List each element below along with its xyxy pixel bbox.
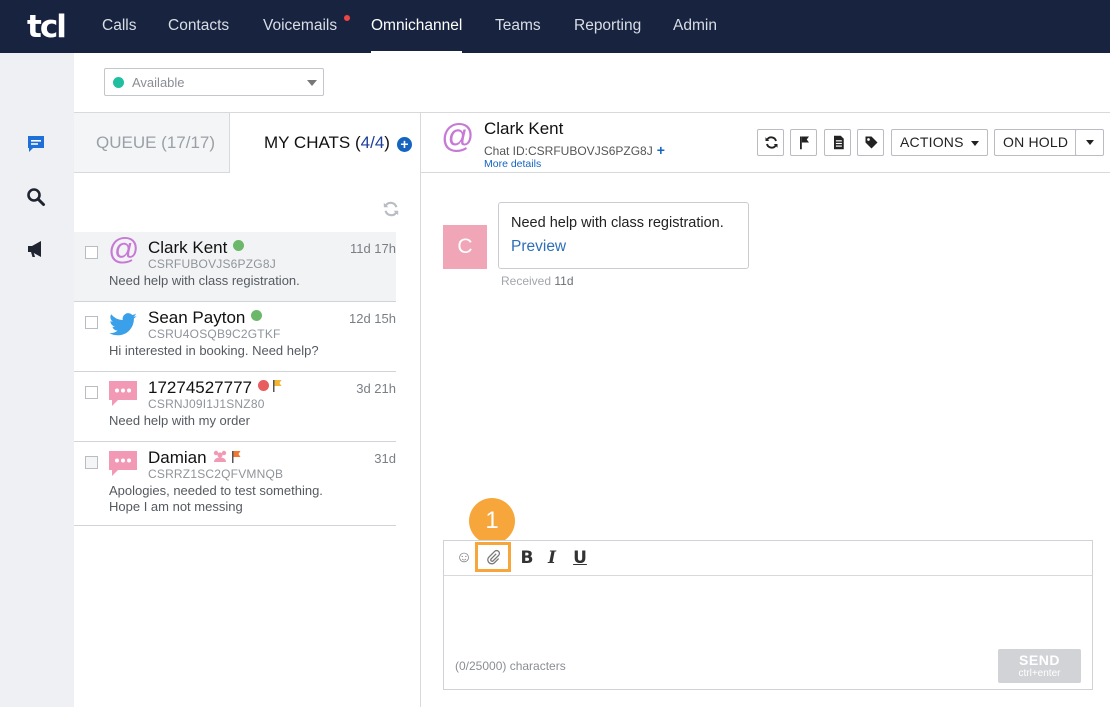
send-button[interactable]: SEND ctrl+enter — [998, 649, 1081, 683]
online-status-dot — [233, 240, 245, 251]
status-dot — [113, 77, 124, 88]
chat-name: Sean Payton — [148, 308, 263, 328]
nav-contacts[interactable]: Contacts — [168, 0, 229, 53]
chat-preview: Need help with class registration. — [109, 273, 300, 288]
nav-calls[interactable]: Calls — [102, 0, 136, 53]
chat-time: 31d — [374, 451, 396, 466]
chevron-down-icon — [1086, 140, 1094, 145]
chat-name: Damian — [148, 448, 241, 468]
chat-icon[interactable] — [26, 134, 46, 154]
add-icon[interactable]: + — [657, 142, 665, 158]
received-timestamp: Received 11d — [501, 274, 574, 288]
send-shortcut-hint: ctrl+enter — [1018, 668, 1061, 679]
nav-omnichannel[interactable]: Omnichannel — [371, 0, 463, 53]
chat-list-pane: QUEUE (17/17) MY CHATS (4/4) + @ Clark K… — [74, 113, 421, 707]
nav-admin[interactable]: Admin — [673, 0, 717, 53]
more-details-link[interactable]: More details — [484, 158, 541, 170]
document-icon — [834, 135, 844, 150]
chat-list-item[interactable]: 17274527777 CSRNJ09I1J1SNZ80 Need help w… — [74, 372, 396, 442]
chat-id-label: Chat ID:CSRFUBOVJS6PZG8J + — [484, 142, 665, 158]
nav-reporting[interactable]: Reporting — [574, 0, 641, 53]
paperclip-icon[interactable] — [485, 549, 501, 565]
online-status-dot — [251, 310, 263, 321]
actions-dropdown[interactable]: ACTIONS — [891, 129, 988, 156]
chat-id: CSRU4OSQB9C2GTKF — [148, 327, 281, 341]
refresh-icon[interactable] — [382, 200, 400, 218]
chat-preview: Hi interested in booking. Need help? — [109, 343, 319, 358]
row-checkbox[interactable] — [85, 316, 98, 329]
status-bar: Available — [74, 53, 1110, 113]
row-checkbox[interactable] — [85, 456, 98, 469]
flag-button[interactable] — [790, 129, 817, 156]
chat-preview: Apologies, needed to test something. Hop… — [109, 483, 323, 514]
actions-label: ACTIONS — [900, 134, 964, 150]
flag-icon — [231, 451, 241, 463]
email-channel-icon: @ — [108, 231, 140, 266]
email-channel-icon: @ — [441, 117, 475, 154]
avatar: C — [443, 225, 487, 269]
message-text: Need help with class registration. — [511, 215, 724, 231]
chat-id: CSRNJ09I1J1SNZ80 — [148, 397, 265, 411]
tab-queue-label: QUEUE (17/17) — [96, 133, 216, 152]
send-label: SEND — [1019, 652, 1060, 668]
chat-preview: Need help with my order — [109, 413, 250, 428]
chevron-down-icon — [971, 141, 979, 146]
row-checkbox[interactable] — [85, 386, 98, 399]
nav-teams[interactable]: Teams — [495, 0, 541, 53]
flag-icon — [273, 380, 282, 392]
tab-my-chats[interactable]: MY CHATS (4/4) + — [230, 113, 421, 173]
chat-list-item[interactable]: Damian CSRRZ1SC2QFVMNQB Apologies, neede… — [74, 442, 396, 526]
message-bubble: Need help with class registration. Previ… — [498, 202, 749, 269]
busy-status-dot — [258, 380, 270, 391]
hold-options-dropdown[interactable] — [1075, 129, 1104, 156]
formatting-toolbar: ☺ B I U — [444, 541, 1092, 576]
step-badge: 1 — [469, 498, 515, 544]
transcript-button[interactable] — [824, 129, 851, 156]
left-rail — [0, 53, 74, 707]
chat-id: CSRRZ1SC2QFVMNQB — [148, 467, 284, 481]
chat-id: CSRFUBOVJS6PZG8J — [148, 257, 276, 271]
megaphone-icon[interactable] — [26, 239, 46, 259]
bold-button[interactable]: B — [519, 547, 535, 569]
top-nav: tcl Calls Contacts Voicemails Omnichanne… — [0, 0, 1110, 53]
chat-time: 11d 17h — [349, 241, 396, 256]
character-count: (0/25000) characters — [455, 659, 566, 673]
chat-name: Clark Kent — [148, 238, 245, 258]
tag-icon — [865, 136, 878, 149]
twitter-icon — [109, 313, 137, 336]
status-value: Available — [132, 75, 185, 90]
chat-list-item[interactable]: Sean Payton CSRU4OSQB9C2GTKF Hi interest… — [74, 302, 396, 372]
chevron-down-icon — [307, 80, 317, 86]
search-icon[interactable] — [26, 187, 46, 207]
chat-time: 12d 15h — [349, 311, 396, 326]
sms-channel-icon — [109, 381, 137, 406]
tab-queue[interactable]: QUEUE (17/17) — [74, 113, 230, 173]
refresh-icon — [765, 136, 778, 149]
contact-name[interactable]: Clark Kent — [484, 119, 563, 139]
emoji-icon[interactable]: ☺ — [455, 547, 473, 569]
tab-my-chats-label: MY CHATS (4/4) — [264, 133, 390, 152]
preview-link[interactable]: Preview — [511, 238, 566, 256]
chat-time: 3d 21h — [356, 381, 396, 396]
logo[interactable]: tcl — [27, 9, 67, 45]
availability-select[interactable]: Available — [104, 68, 324, 96]
sms-channel-icon — [109, 451, 137, 476]
chat-header: @ Clark Kent Chat ID:CSRFUBOVJS6PZG8J + M… — [421, 113, 1110, 173]
on-hold-label: ON HOLD — [1003, 134, 1069, 150]
underline-button[interactable]: U — [572, 547, 588, 569]
chat-list-item[interactable]: @ Clark Kent CSRFUBOVJS6PZG8J Need help … — [74, 232, 396, 302]
refresh-button[interactable] — [757, 129, 784, 156]
voicemail-notification-dot — [344, 15, 350, 21]
flag-icon — [800, 136, 809, 150]
message-composer: ☺ B I U (0/25000) characters SEND ctrl+e… — [443, 540, 1093, 690]
nav-voicemails[interactable]: Voicemails — [263, 0, 337, 53]
italic-button[interactable]: I — [545, 547, 559, 569]
group-icon — [213, 450, 226, 462]
add-chat-icon[interactable]: + — [397, 137, 412, 152]
row-checkbox[interactable] — [85, 246, 98, 259]
chat-name: 17274527777 — [148, 378, 282, 398]
tag-button[interactable] — [857, 129, 884, 156]
